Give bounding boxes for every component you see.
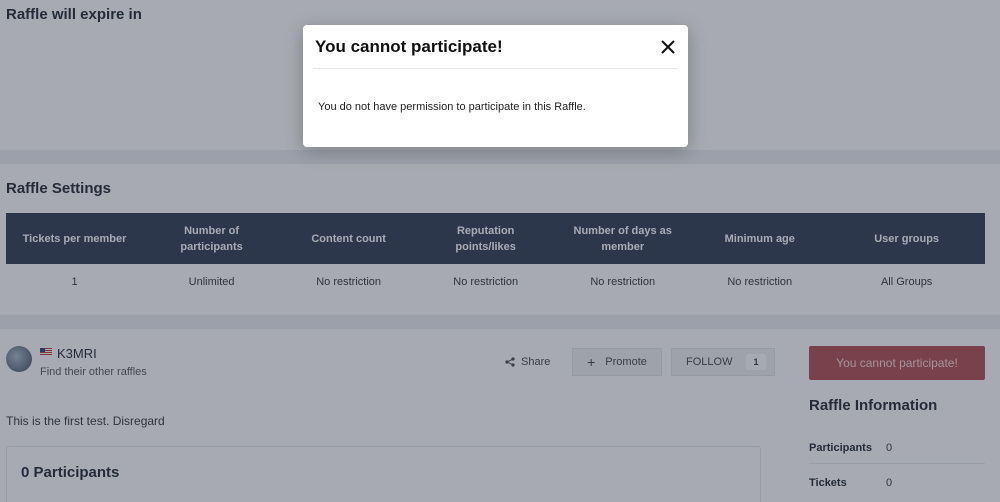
modal-message: You do not have permission to participat… <box>318 101 586 113</box>
raffle-page: Raffle will expire in Raffle Settings Ti… <box>0 0 1000 502</box>
modal-divider <box>313 68 678 69</box>
close-icon[interactable] <box>660 39 676 55</box>
modal-title: You cannot participate! <box>315 37 503 56</box>
permission-modal: You cannot participate! You do not have … <box>303 25 688 147</box>
